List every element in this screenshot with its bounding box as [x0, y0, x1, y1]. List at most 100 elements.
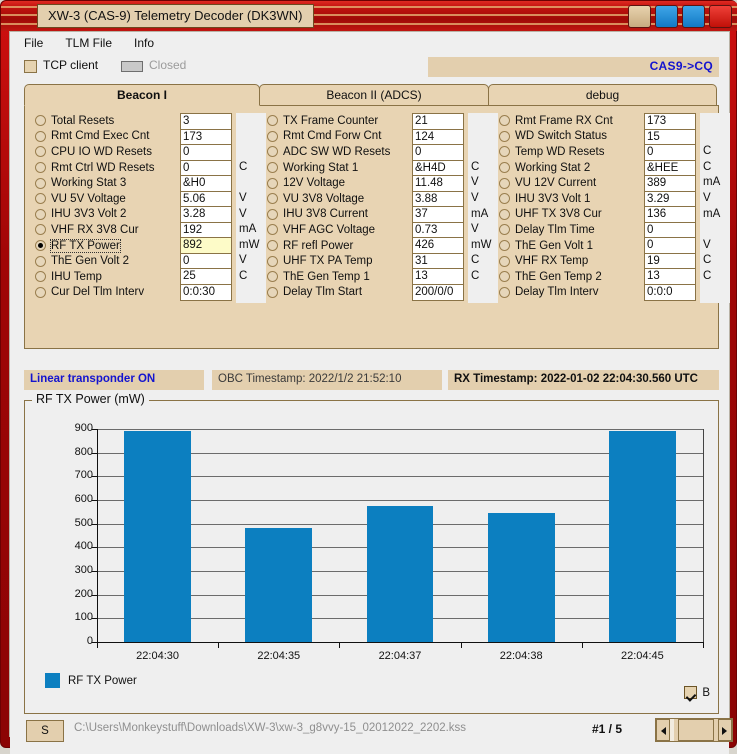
telemetry-value[interactable]: 13: [413, 269, 463, 285]
telemetry-value[interactable]: 0: [181, 253, 231, 269]
radio-button-icon[interactable]: [35, 193, 46, 205]
menu-item-file[interactable]: File: [24, 36, 43, 50]
telemetry-value[interactable]: 0:0:30: [181, 284, 231, 300]
radio-button-icon[interactable]: [267, 146, 278, 158]
telemetry-value[interactable]: &HEE: [645, 160, 695, 176]
telemetry-value[interactable]: 0: [413, 145, 463, 161]
radio-button-icon[interactable]: [267, 193, 278, 205]
radio-button-icon[interactable]: [499, 224, 510, 236]
scroll-left-arrow-icon[interactable]: [656, 719, 670, 741]
telemetry-value[interactable]: 11.48: [413, 176, 463, 192]
telemetry-value[interactable]: 0: [645, 238, 695, 254]
telemetry-row[interactable]: Working Stat 3: [33, 175, 178, 191]
telemetry-row[interactable]: Total Resets: [33, 113, 178, 129]
radio-button-icon[interactable]: [499, 130, 510, 142]
telemetry-value[interactable]: 389: [645, 176, 695, 192]
titlebar-button-close[interactable]: [709, 5, 732, 28]
telemetry-row[interactable]: IHU 3V3 Volt 1: [497, 191, 642, 207]
radio-button-icon[interactable]: [499, 286, 510, 298]
titlebar-button-tan[interactable]: [628, 5, 651, 28]
telemetry-row[interactable]: RF refl Power: [265, 238, 410, 254]
telemetry-value[interactable]: 0:0:0: [645, 284, 695, 300]
telemetry-row[interactable]: Working Stat 1: [265, 160, 410, 176]
radio-button-icon[interactable]: [35, 146, 46, 158]
menu-item-info[interactable]: Info: [134, 36, 154, 50]
telemetry-value[interactable]: 3.88: [413, 191, 463, 207]
titlebar-button-blue-1[interactable]: [655, 5, 678, 28]
telemetry-row[interactable]: Rmt Ctrl WD Resets: [33, 160, 178, 176]
telemetry-row[interactable]: VHF RX 3V8 Cur: [33, 222, 178, 238]
radio-button-icon[interactable]: [499, 240, 510, 252]
radio-button-icon[interactable]: [267, 240, 278, 252]
telemetry-value[interactable]: 0: [181, 145, 231, 161]
telemetry-value[interactable]: 426: [413, 238, 463, 254]
telemetry-value[interactable]: 15: [645, 129, 695, 145]
radio-button-icon[interactable]: [267, 130, 278, 142]
telemetry-row[interactable]: 12V Voltage: [265, 175, 410, 191]
telemetry-row[interactable]: TX Frame Counter: [265, 113, 410, 129]
telemetry-row[interactable]: UHF TX PA Temp: [265, 253, 410, 269]
tab-beacon-1[interactable]: Beacon I: [24, 84, 260, 106]
telemetry-row[interactable]: Cur Del Tlm Interv: [33, 285, 178, 301]
telemetry-row[interactable]: IHU Temp: [33, 269, 178, 285]
radio-button-icon[interactable]: [499, 193, 510, 205]
radio-button-icon[interactable]: [499, 162, 510, 174]
telemetry-value[interactable]: 3.28: [181, 207, 231, 223]
radio-button-icon[interactable]: [499, 146, 510, 158]
telemetry-value[interactable]: 5.06: [181, 191, 231, 207]
radio-button-icon[interactable]: [35, 240, 46, 252]
telemetry-row[interactable]: IHU 3V3 Volt 2: [33, 207, 178, 223]
radio-button-icon[interactable]: [35, 271, 46, 283]
telemetry-value[interactable]: &H0: [181, 176, 231, 192]
telemetry-row[interactable]: ThE Gen Temp 2: [497, 269, 642, 285]
radio-button-icon[interactable]: [35, 177, 46, 189]
telemetry-row[interactable]: Rmt Cmd Exec Cnt: [33, 129, 178, 145]
radio-button-icon[interactable]: [267, 177, 278, 189]
scroll-thumb[interactable]: [678, 719, 714, 741]
telemetry-row[interactable]: UHF TX 3V8 Cur: [497, 207, 642, 223]
radio-button-icon[interactable]: [35, 130, 46, 142]
radio-button-icon[interactable]: [35, 286, 46, 298]
telemetry-value[interactable]: 13: [645, 269, 695, 285]
telemetry-row[interactable]: ThE Gen Volt 1: [497, 238, 642, 254]
radio-button-icon[interactable]: [499, 255, 510, 267]
radio-button-icon[interactable]: [35, 162, 46, 174]
radio-button-icon[interactable]: [35, 224, 46, 236]
radio-button-icon[interactable]: [35, 255, 46, 267]
telemetry-value[interactable]: 0: [645, 222, 695, 238]
telemetry-value[interactable]: 0.73: [413, 222, 463, 238]
telemetry-row[interactable]: IHU 3V8 Current: [265, 207, 410, 223]
telemetry-row[interactable]: VHF RX Temp: [497, 253, 642, 269]
telemetry-row[interactable]: VU 12V Current: [497, 175, 642, 191]
radio-button-icon[interactable]: [267, 286, 278, 298]
telemetry-value[interactable]: 31: [413, 253, 463, 269]
telemetry-value[interactable]: 192: [181, 222, 231, 238]
tab-beacon-2-adcs[interactable]: Beacon II (ADCS): [259, 84, 489, 106]
telemetry-row[interactable]: ThE Gen Temp 1: [265, 269, 410, 285]
radio-button-icon[interactable]: [499, 271, 510, 283]
telemetry-value[interactable]: 124: [413, 129, 463, 145]
horizontal-scrollbar[interactable]: [655, 718, 733, 742]
tcp-client-checkbox[interactable]: [24, 60, 37, 73]
scroll-right-arrow-icon[interactable]: [718, 719, 732, 741]
telemetry-row[interactable]: VHF AGC Voltage: [265, 222, 410, 238]
radio-button-icon[interactable]: [499, 115, 510, 127]
radio-button-icon[interactable]: [499, 208, 510, 220]
telemetry-row[interactable]: Delay Tlm Interv: [497, 285, 642, 301]
telemetry-value[interactable]: 3.29: [645, 191, 695, 207]
radio-button-icon[interactable]: [35, 208, 46, 220]
radio-button-icon[interactable]: [35, 115, 46, 127]
telemetry-value[interactable]: 0: [181, 160, 231, 176]
radio-button-icon[interactable]: [267, 115, 278, 127]
telemetry-value[interactable]: 3: [181, 114, 231, 130]
telemetry-value[interactable]: 200/0/0: [413, 284, 463, 300]
telemetry-row[interactable]: Rmt Cmd Forw Cnt: [265, 129, 410, 145]
telemetry-row[interactable]: Rmt Frame RX Cnt: [497, 113, 642, 129]
radio-button-icon[interactable]: [267, 224, 278, 236]
telemetry-value[interactable]: 892: [181, 238, 231, 254]
b-checkbox[interactable]: [684, 686, 698, 699]
telemetry-row[interactable]: CPU IO WD Resets: [33, 144, 178, 160]
radio-button-icon[interactable]: [267, 162, 278, 174]
telemetry-row[interactable]: ThE Gen Volt 2: [33, 253, 178, 269]
telemetry-row[interactable]: Temp WD Resets: [497, 144, 642, 160]
